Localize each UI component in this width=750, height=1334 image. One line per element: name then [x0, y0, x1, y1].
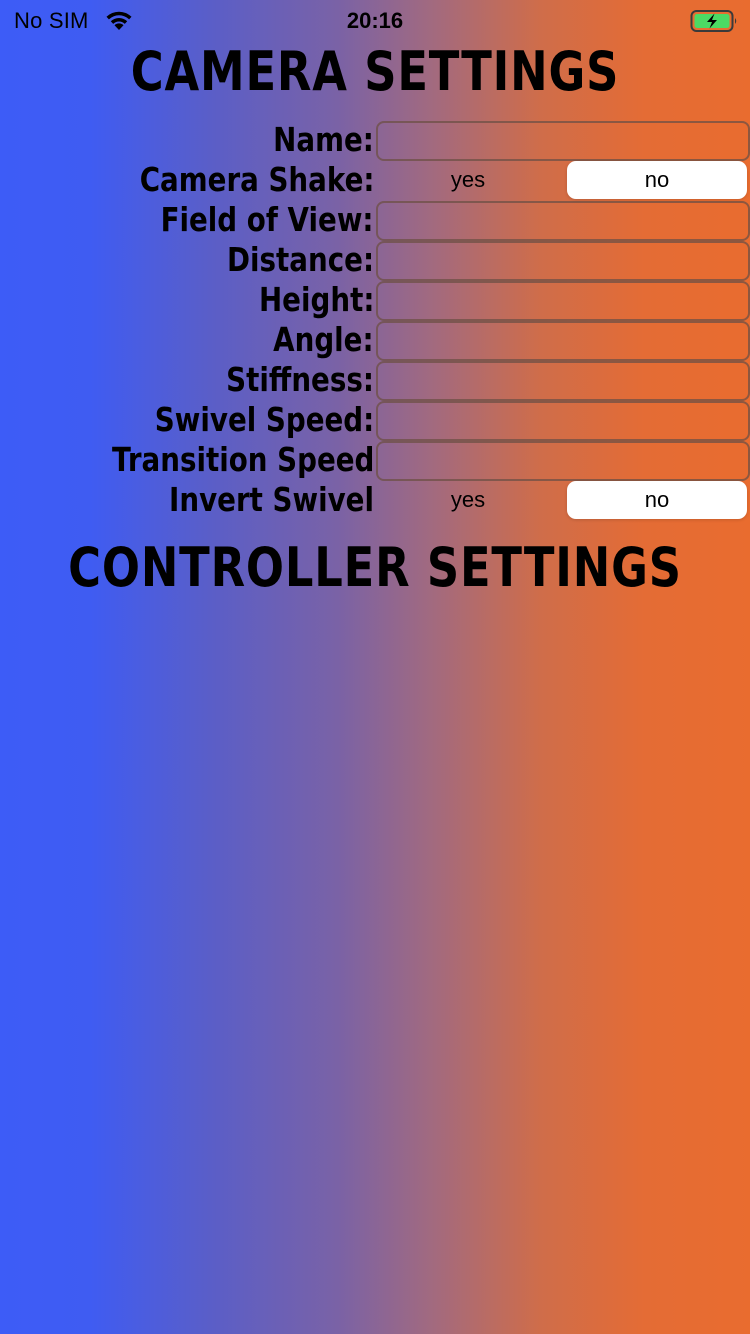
distance-label: Distance:: [226, 240, 374, 279]
swivel-speed-input[interactable]: [378, 403, 748, 439]
field-of-view-input[interactable]: [378, 203, 748, 239]
invert-swivel-segmented-control[interactable]: yes no: [376, 481, 748, 519]
height-input[interactable]: [378, 283, 748, 319]
camera-shake-yes-segment[interactable]: yes: [378, 161, 558, 199]
invert-swivel-label: Invert Swivel: [169, 480, 374, 519]
field-of-view-label: Field of View:: [161, 200, 374, 239]
transition-speed-field[interactable]: [376, 441, 750, 481]
camera-shake-no-segment[interactable]: no: [567, 161, 747, 199]
distance-field[interactable]: [376, 241, 750, 281]
camera-shake-label: Camera Shake:: [139, 160, 374, 199]
camera-settings-title: CAMERA SETTINGS: [130, 40, 620, 103]
status-bar: No SIM 20:16: [0, 0, 750, 40]
height-row: Height:: [0, 280, 750, 321]
battery-charging-icon: [690, 9, 738, 33]
distance-row: Distance:: [0, 240, 750, 281]
field-of-view-row: Field of View:: [0, 200, 750, 241]
height-field[interactable]: [376, 281, 750, 321]
swivel-speed-row: Swivel Speed:: [0, 400, 750, 441]
angle-row: Angle:: [0, 320, 750, 361]
clock-time: 20:16: [346, 8, 404, 33]
name-field[interactable]: [376, 121, 750, 161]
angle-field[interactable]: [376, 321, 750, 361]
distance-input[interactable]: [378, 243, 748, 279]
invert-swivel-yes-segment[interactable]: yes: [378, 481, 558, 519]
transition-speed-input[interactable]: [378, 443, 748, 479]
transition-speed-row: Transition Speed: [0, 440, 750, 481]
swivel-speed-field[interactable]: [376, 401, 750, 441]
angle-label: Angle:: [273, 320, 374, 359]
stiffness-label: Stiffness:: [226, 360, 374, 399]
swivel-speed-label: Swivel Speed:: [154, 400, 374, 439]
camera-shake-segmented-control[interactable]: yes no: [376, 161, 748, 199]
stiffness-input[interactable]: [378, 363, 748, 399]
stiffness-row: Stiffness:: [0, 360, 750, 401]
field-of-view-field[interactable]: [376, 201, 750, 241]
name-input[interactable]: [378, 123, 748, 159]
angle-input[interactable]: [378, 323, 748, 359]
camera-shake-row: Camera Shake: yes no: [0, 160, 750, 200]
height-label: Height:: [258, 280, 374, 319]
invert-swivel-no-segment[interactable]: no: [567, 481, 747, 519]
name-label: Name:: [273, 120, 374, 159]
controller-settings-title: CONTROLLER SETTINGS: [68, 536, 682, 599]
invert-swivel-row: Invert Swivel yes no: [0, 480, 750, 520]
name-row: Name:: [0, 120, 750, 161]
stiffness-field[interactable]: [376, 361, 750, 401]
transition-speed-label: Transition Speed: [111, 440, 374, 479]
